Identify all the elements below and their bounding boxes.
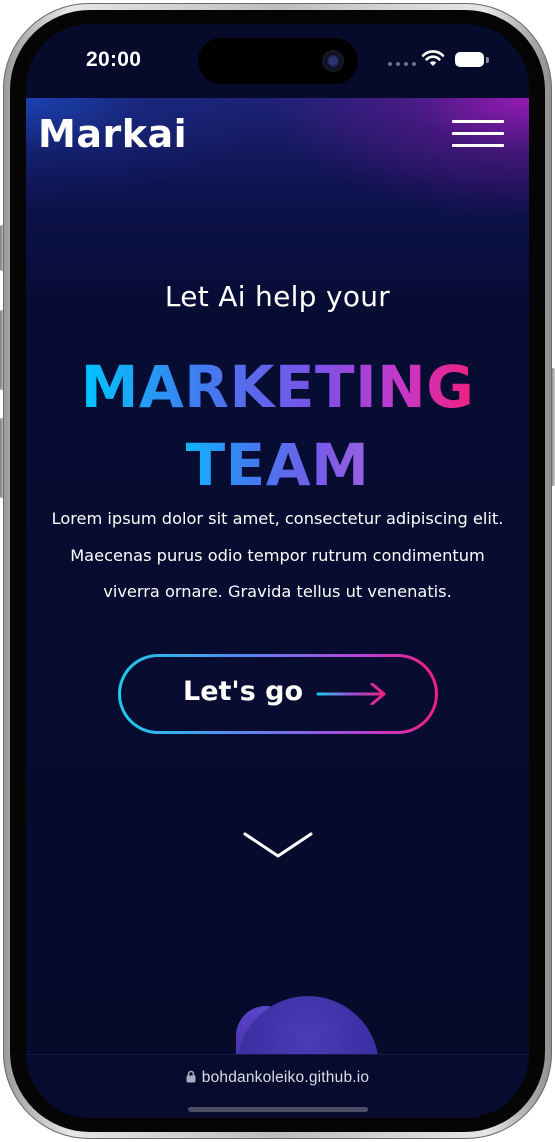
home-indicator[interactable] [188,1107,368,1112]
signal-dots-icon [388,62,416,68]
lock-icon [186,1070,196,1083]
hero-headline-line1: MARKETING [26,358,529,416]
headline-marketing: MARKETING [80,353,475,421]
lets-go-button-inner: Let's go [121,657,435,731]
chevron-down-icon[interactable] [243,830,313,860]
wifi-icon [421,50,445,66]
lets-go-button[interactable]: Let's go [118,654,438,734]
lets-go-label: Let's go [183,676,304,707]
site-logo[interactable]: Markai [38,112,187,156]
battery-cap [486,57,489,63]
hero-description: Lorem ipsum dolor sit amet, consectetur … [51,509,504,601]
url-row[interactable]: bohdankoleiko.github.io [26,1069,529,1087]
screenshot-stage: 20:00 Markai Let Ai help your MARKETING … [0,0,555,1142]
arrow-right-icon [316,683,386,705]
hero-headline-line2: TEAM [26,436,529,494]
url-text: bohdankoleiko.github.io [201,1069,370,1086]
headline-team: TEAM [185,431,370,499]
camera-icon [322,50,344,72]
status-bar: 20:00 [26,24,529,98]
hamburger-menu-icon[interactable] [452,118,504,150]
browser-address-bar[interactable]: bohdankoleiko.github.io [26,1054,529,1118]
website-hero: Markai Let Ai help your MARKETING TEAM L… [26,98,529,1118]
phone-screen: 20:00 Markai Let Ai help your MARKETING … [26,24,529,1118]
status-time: 20:00 [86,48,142,71]
hero-intro: Let Ai help your [164,280,391,313]
dynamic-island [198,38,358,84]
battery-icon [455,52,484,67]
